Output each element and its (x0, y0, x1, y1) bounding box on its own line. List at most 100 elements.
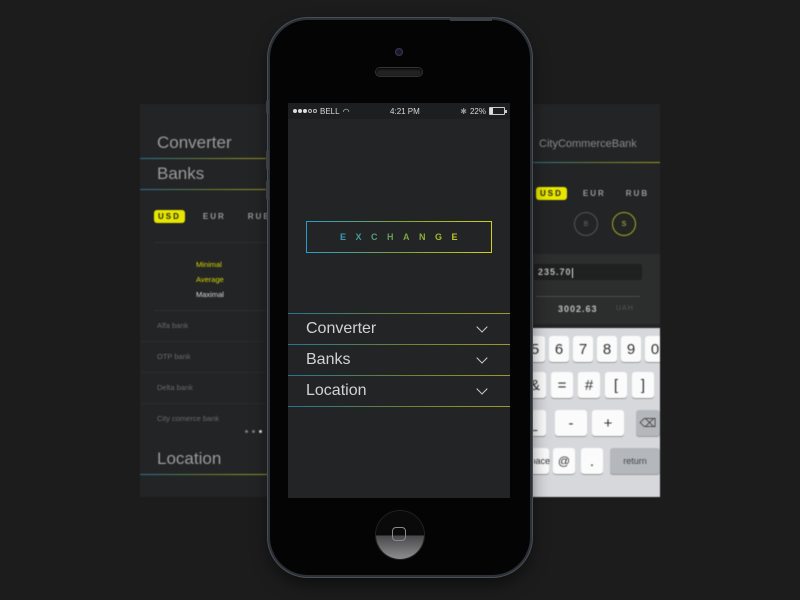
keyboard: 5 6 7 8 9 0 & = # [ ] _ - + ⌫ space @ . … (528, 328, 660, 497)
status-left: BELL ◠ (293, 107, 350, 116)
key-9[interactable]: 9 (621, 336, 641, 362)
result-value: 3002.63 (558, 304, 598, 314)
currency-tabs: USD EUR RUB (140, 208, 270, 224)
currency-tab-usd[interactable]: USD (154, 209, 185, 223)
banks-screen-preview: Converter Banks USD EUR RUB Minimal Aver… (140, 104, 270, 497)
key-equals[interactable]: = (551, 372, 573, 398)
chevron-down-icon (476, 352, 488, 364)
wifi-icon: ◠ (342, 106, 350, 116)
menu-label: Banks (306, 351, 351, 368)
divider (288, 344, 510, 345)
bank-item[interactable]: Alfa bank (140, 311, 270, 342)
currency-tab-rub[interactable]: RUB (622, 187, 653, 200)
divider (288, 406, 510, 407)
delete-icon: ⌫ (639, 416, 657, 430)
key-bracket-right[interactable]: ] (632, 372, 654, 398)
bank-item[interactable]: Delta bank (140, 373, 270, 404)
amount-value: 235.70 (538, 267, 572, 277)
page-dot (245, 430, 248, 433)
key-6[interactable]: 6 (549, 336, 569, 362)
exchange-logo: EXCHANGE (306, 221, 492, 253)
mute-switch (266, 100, 269, 114)
key-7[interactable]: 7 (573, 336, 593, 362)
rate-type-toggle: B S (528, 212, 660, 236)
divider (140, 474, 270, 475)
key-bracket-left[interactable]: [ (605, 372, 627, 398)
carrier-name: BELL (320, 106, 340, 116)
menu-label: Converter (306, 320, 377, 337)
stat-minimal[interactable]: Minimal (196, 257, 270, 272)
divider (140, 158, 270, 159)
currency-tab-rub[interactable]: RUB (244, 210, 270, 223)
location-section: Location (140, 444, 270, 475)
converter-screen-preview: CityCommerceBank USD EUR RUB B S 235.70 … (528, 104, 660, 497)
currency-tab-eur[interactable]: EUR (199, 210, 230, 223)
home-button[interactable] (376, 511, 424, 559)
phone-device: BELL ◠ 4:21 PM ✱ 22% EXCHANGE Converter … (266, 17, 530, 575)
menu-item-banks[interactable]: Banks (288, 345, 510, 375)
key-plus[interactable]: + (592, 410, 624, 436)
key-space[interactable]: space (528, 448, 550, 474)
section-banks[interactable]: Banks (140, 159, 270, 189)
main-menu: Converter Banks Location (288, 313, 510, 407)
logo-text: EXCHANGE (331, 232, 467, 242)
key-8[interactable]: 8 (597, 336, 617, 362)
section-location[interactable]: Location (140, 444, 270, 474)
currency-tabs: USD EUR RUB (528, 187, 660, 200)
key-delete[interactable]: ⌫ (636, 410, 660, 436)
buy-toggle[interactable]: B (574, 212, 598, 236)
key-underscore[interactable]: _ (528, 410, 546, 436)
stat-average[interactable]: Average (196, 272, 270, 287)
key-period[interactable]: . (581, 448, 603, 474)
menu-label: Location (306, 382, 367, 399)
sell-toggle[interactable]: S (612, 212, 636, 236)
volume-up-button (266, 150, 269, 170)
bank-title: CityCommerceBank (539, 138, 637, 150)
page-indicator[interactable] (245, 430, 262, 433)
volume-down-button (266, 180, 269, 200)
front-camera (395, 48, 403, 56)
battery-percent: 22% (469, 106, 486, 116)
signal-icon (293, 109, 317, 113)
bank-list: Alfa bank OTP bank Delta bank City comer… (140, 311, 270, 434)
status-bar: BELL ◠ 4:21 PM ✱ 22% (288, 103, 510, 119)
key-5[interactable]: 5 (528, 336, 545, 362)
key-minus[interactable]: - (555, 410, 587, 436)
status-time: 4:21 PM (390, 106, 420, 116)
currency-tab-eur[interactable]: EUR (579, 187, 610, 200)
battery-icon (488, 107, 507, 115)
page-dot (252, 430, 255, 433)
divider (154, 242, 270, 243)
menu-item-location[interactable]: Location (288, 376, 510, 406)
status-right: ✱ 22% (460, 106, 507, 116)
stat-maximal[interactable]: Maximal (196, 287, 270, 302)
power-button (450, 17, 492, 21)
earpiece-speaker (376, 68, 422, 76)
bank-item[interactable]: OTP bank (140, 342, 270, 373)
divider (140, 189, 270, 190)
page-dot-active (259, 430, 262, 433)
amount-input[interactable]: 235.70 (534, 264, 642, 280)
key-0[interactable]: 0 (645, 336, 660, 362)
key-hash[interactable]: # (578, 372, 600, 398)
text-caret (571, 267, 573, 278)
chevron-down-icon (476, 383, 488, 395)
key-at[interactable]: @ (553, 448, 575, 474)
divider (288, 375, 510, 376)
divider (536, 296, 640, 297)
key-label: space (528, 456, 550, 466)
section-converter[interactable]: Converter (140, 128, 270, 158)
key-ampersand[interactable]: & (528, 372, 546, 398)
rate-stats: Minimal Average Maximal (140, 257, 270, 302)
chevron-down-icon (476, 321, 488, 333)
result-currency: UAH (616, 305, 634, 312)
bluetooth-icon: ✱ (460, 106, 467, 116)
currency-tab-usd[interactable]: USD (536, 187, 567, 200)
key-return[interactable]: return (610, 448, 660, 474)
amount-area: 235.70 3002.63 UAH (528, 254, 660, 324)
divider (528, 162, 660, 163)
home-icon (392, 527, 406, 541)
app-screen: BELL ◠ 4:21 PM ✱ 22% EXCHANGE Converter … (288, 103, 510, 498)
divider (288, 313, 510, 314)
menu-item-converter[interactable]: Converter (288, 314, 510, 344)
